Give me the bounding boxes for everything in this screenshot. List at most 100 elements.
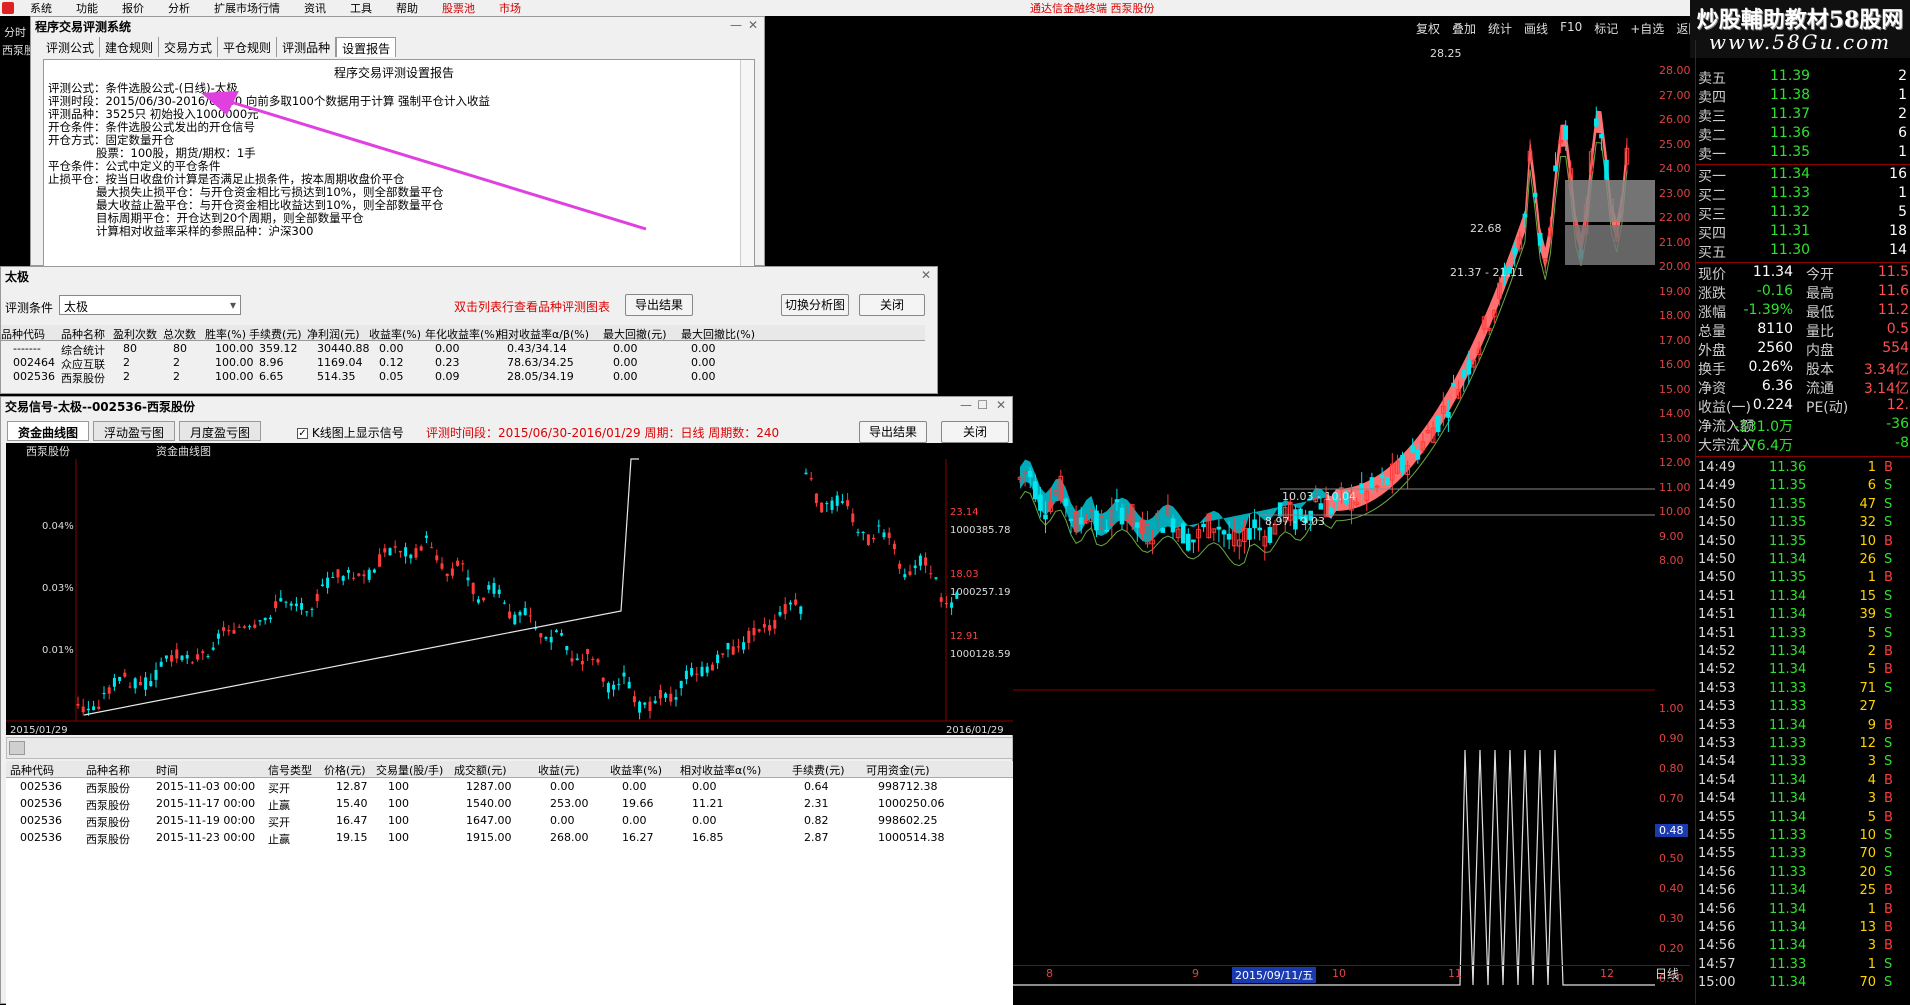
column-header[interactable]: 信号类型 (268, 762, 312, 778)
menu-quote[interactable]: 报价 (110, 0, 156, 16)
toolbar-restore-rights[interactable]: 复权 (1410, 20, 1446, 40)
main-kline-chart[interactable]: 28.25 22.68 21.37 - 21.11 10.03 - 10.04 8.97… (1010, 40, 1655, 990)
column-header[interactable]: 最大回撤比(%) (681, 326, 755, 342)
candlestick (154, 662, 158, 688)
column-header[interactable]: 年化收益率(%) (425, 326, 499, 342)
menu-tools[interactable]: 工具 (338, 0, 384, 16)
table-row[interactable]: 002536 西泵股份 2 2 100.00 6.65 514.35 0.05 0.09 28.0… (1, 369, 925, 385)
table-cell: 1647.00 (466, 814, 512, 827)
tab-close-rule[interactable]: 平仓规则 (218, 37, 278, 57)
period-label[interactable]: 日线 (1655, 965, 1679, 982)
menu-system[interactable]: 系统 (18, 0, 64, 16)
scroll-thumb[interactable] (9, 741, 25, 755)
chart-scrollbar[interactable] (6, 737, 1013, 759)
close-icon[interactable]: ✕ (748, 18, 758, 32)
menu-extended-market[interactable]: 扩展市场行情 (202, 0, 292, 16)
toolbar-draw[interactable]: 画线 (1518, 20, 1554, 40)
price-tick-label: 10.00 (1659, 505, 1691, 518)
column-header[interactable]: 可用资金(元) (866, 762, 930, 778)
column-header[interactable]: 收益(元) (538, 762, 580, 778)
column-header[interactable]: 成交额(元) (454, 762, 507, 778)
toolbar-f10[interactable]: F10 (1554, 20, 1588, 40)
tab-floating-pnl[interactable]: 浮动盈亏图 (93, 421, 176, 441)
tick-volume: 15 (1859, 588, 1876, 604)
maximize-icon[interactable]: ☐ (977, 398, 988, 412)
tab-open-rule[interactable]: 建仓规则 (100, 37, 160, 57)
column-header[interactable]: 盈利次数 (113, 326, 157, 342)
show-signals-checkbox[interactable]: ✓ K线图上显示信号 (297, 424, 404, 441)
fund-curve-chart[interactable]: 西泵股份 资金曲线图 0.04% 23.14 1000385.78 0.03% 18.03 1… (6, 443, 1013, 735)
menu-help[interactable]: 帮助 (384, 0, 430, 16)
order-book-row: 买四 11.31 18 (1696, 223, 1910, 242)
column-header[interactable]: 品种名称 (86, 762, 130, 778)
condition-select[interactable]: 太极 ▾ (59, 295, 241, 315)
toolbar-stats[interactable]: 统计 (1482, 20, 1518, 40)
column-header[interactable]: 胜率(%) (205, 326, 246, 342)
table-cell: 253.00 (550, 797, 589, 810)
menu-function[interactable]: 功能 (64, 0, 110, 16)
tick-row: 14:49 11.36 1 B (1696, 460, 1910, 478)
fund-tick-label: 1000128.59 (950, 649, 1010, 660)
menu-analysis[interactable]: 分析 (156, 0, 202, 16)
tab-fund-curve[interactable]: 资金曲线图 (7, 421, 90, 441)
stat-label: 内盘 (1806, 343, 1834, 359)
column-header[interactable]: 总次数 (163, 326, 196, 342)
column-header[interactable]: 品种代码 (1, 326, 45, 342)
tick-time: 14:56 (1698, 920, 1736, 935)
toolbar-overlay[interactable]: 叠加 (1446, 20, 1482, 40)
column-header[interactable]: 时间 (156, 762, 178, 778)
toolbar-mark[interactable]: 标记 (1588, 20, 1624, 40)
column-header[interactable]: 收益率(%) (610, 762, 662, 778)
close-icon[interactable]: ✕ (996, 398, 1006, 412)
table-cell: 0.00 (613, 342, 638, 355)
tab-report[interactable]: 设置报告 (336, 37, 397, 57)
column-header[interactable]: 收益率(%) (369, 326, 421, 342)
column-header[interactable]: 最大回撤(元) (603, 326, 667, 342)
price-tick-label: 12.00 (1659, 456, 1691, 469)
table-row[interactable]: 002536 西泵股份 2015-11-23 00:00 止赢 19.15 100 1915… (6, 830, 1013, 847)
column-header[interactable]: 品种代码 (10, 762, 54, 778)
tick-row: 14:54 11.33 3 S (1696, 754, 1910, 772)
indicator-tick-label: 0.40 (1659, 882, 1684, 895)
tab-formula[interactable]: 评测公式 (41, 37, 101, 57)
close-icon[interactable]: ✕ (921, 268, 931, 282)
tick-row: 14:57 11.33 1 S (1696, 957, 1910, 975)
minimize-icon[interactable]: — (960, 398, 972, 412)
order-price: 11.35 (1770, 144, 1811, 160)
menu-market[interactable]: 市场 (487, 0, 533, 16)
table-row[interactable]: 002536 西泵股份 2015-11-03 00:00 买开 12.87 100 1287… (6, 779, 1013, 796)
price-tick-label: 11.00 (1659, 480, 1691, 494)
table-row[interactable]: 002536 西泵股份 2015-11-17 00:00 止赢 15.40 100 1540… (6, 796, 1013, 813)
column-header[interactable]: 价格(元) (324, 762, 366, 778)
column-header[interactable]: 手续费(元) (249, 326, 302, 342)
tab-trade-mode[interactable]: 交易方式 (159, 37, 219, 57)
menu-info[interactable]: 资讯 (292, 0, 338, 16)
close-button[interactable]: 关闭 (941, 421, 1009, 443)
column-header[interactable]: 手续费(元) (792, 762, 845, 778)
menu-stock-pool[interactable]: 股票池 (430, 0, 487, 16)
close-button[interactable]: 关闭 (859, 294, 925, 316)
report-scrollbar[interactable] (740, 60, 754, 266)
minimize-icon[interactable]: — (730, 18, 742, 32)
column-header[interactable]: 品种名称 (61, 326, 105, 342)
order-label: 买四 (1698, 226, 1726, 242)
table-row[interactable]: 002536 西泵股份 2015-11-19 00:00 买开 16.47 100 1647… (6, 813, 1013, 830)
column-header[interactable]: 相对收益率α(%) (680, 762, 761, 778)
tab-instruments[interactable]: 评测品种 (277, 37, 337, 57)
candlestick (1262, 529, 1268, 561)
export-results-button[interactable]: 导出结果 (859, 421, 927, 443)
tick-volume: 6 (1867, 478, 1876, 494)
export-results-button[interactable]: 导出结果 (625, 294, 693, 316)
stat-value: 3.14亿 (1863, 381, 1909, 397)
table-cell: 2 (123, 356, 130, 369)
switch-chart-button[interactable]: 切换分析图 (781, 294, 849, 316)
result-table-header: 品种代码 品种名称 盈利次数 总次数 胜率(%) 手续费(元) 净利润(元) 收益率(%) 年化… (1, 325, 925, 341)
column-header[interactable]: 净利润(元) (307, 326, 360, 342)
column-header[interactable]: 交易量(股/手) (376, 762, 443, 778)
price-annotation: 21.37 - 21.11 (1450, 266, 1524, 279)
tick-volume: 71 (1859, 680, 1876, 696)
tab-monthly-pnl[interactable]: 月度盈亏图 (179, 421, 262, 441)
column-header[interactable]: 相对收益率α/β(%) (497, 326, 589, 342)
toolbar-add-watch[interactable]: +自选 (1624, 20, 1670, 40)
candlestick (97, 699, 101, 711)
